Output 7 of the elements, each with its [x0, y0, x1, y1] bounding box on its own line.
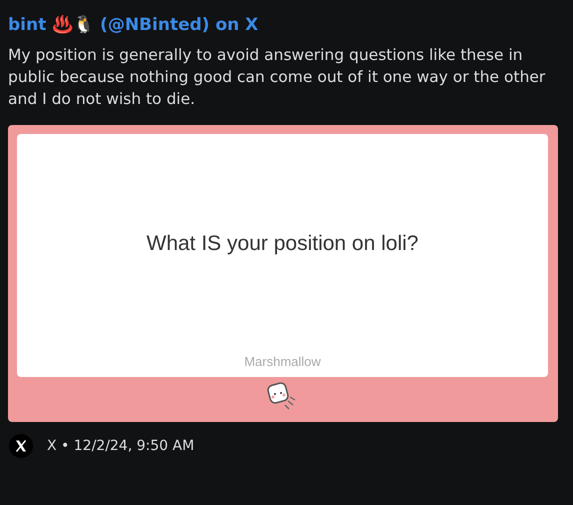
question-text: What IS your position on loli?	[146, 232, 418, 256]
attached-image[interactable]: What IS your position on loli? Marshmallow	[8, 125, 558, 422]
post-title-link[interactable]: bint ♨🐧 (@NBinted) on X	[8, 12, 258, 38]
footer-text: X • 12/2/24, 9:50 AM	[47, 438, 194, 454]
x-logo-icon	[9, 434, 33, 458]
brand-label: Marshmallow	[244, 354, 321, 369]
post-text: My position is generally to avoid answering questions like these in public because nothing good can come out of it one way or the other and I do not wish to die.	[8, 45, 546, 110]
